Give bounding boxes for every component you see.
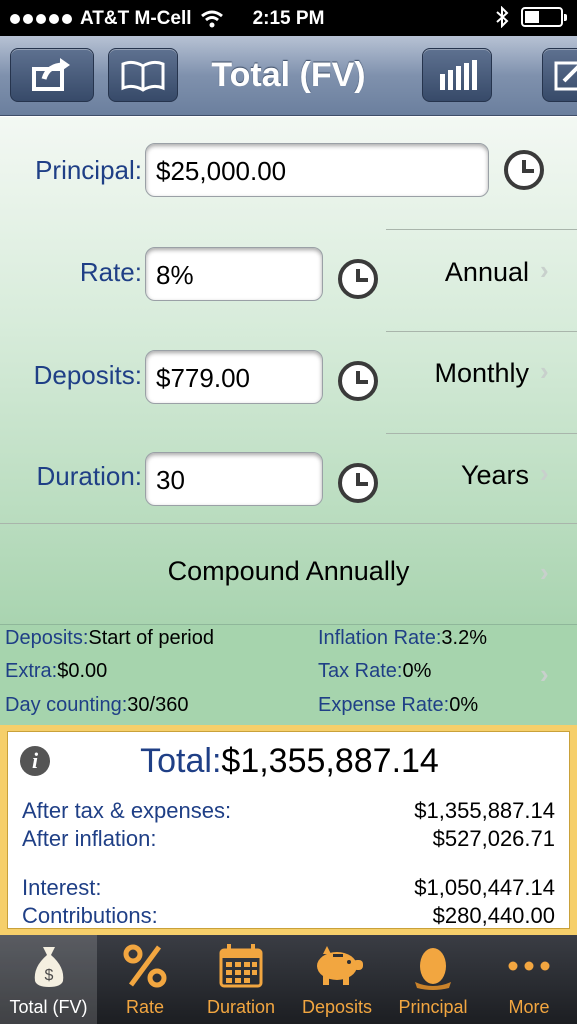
divider bbox=[386, 433, 577, 434]
option-tax-label: Tax Rate: bbox=[318, 660, 403, 682]
duration-label: Duration: bbox=[36, 461, 143, 491]
result-value: $280,440.00 bbox=[432, 903, 555, 928]
total-label: Total: bbox=[140, 742, 222, 780]
edit-button[interactable] bbox=[542, 48, 577, 102]
total-value: $1,355,887.14 bbox=[221, 742, 439, 780]
divider bbox=[386, 331, 577, 332]
chevron-right-icon: › bbox=[540, 458, 549, 488]
chevron-right-icon: › bbox=[540, 557, 549, 587]
rate-label: Rate: bbox=[79, 257, 142, 287]
option-day-counting-label: Day counting: bbox=[5, 694, 128, 716]
rate-field[interactable]: 8% bbox=[145, 247, 323, 301]
chevron-right-icon: › bbox=[540, 255, 549, 285]
results-panel: i Total:$1,355,887.14 After tax & expens… bbox=[0, 725, 577, 935]
principal-label: Principal: bbox=[35, 155, 142, 185]
option-extra-value: $0.00 bbox=[57, 660, 108, 682]
divider bbox=[386, 229, 577, 230]
battery-icon bbox=[521, 7, 567, 27]
option-deposits: Deposits:Start of period bbox=[5, 627, 214, 650]
tab-label: More bbox=[508, 997, 550, 1017]
status-bar: AT&T M-Cell 2:15 PM bbox=[0, 0, 577, 36]
bar-chart-icon bbox=[440, 60, 477, 90]
results-box: i Total:$1,355,887.14 After tax & expens… bbox=[7, 731, 570, 929]
result-label: After inflation: bbox=[22, 826, 157, 851]
divider bbox=[0, 523, 577, 524]
option-inflation: Inflation Rate:3.2% bbox=[318, 627, 487, 650]
option-expense-label: Expense Rate: bbox=[318, 694, 450, 716]
tab-more[interactable]: More bbox=[481, 935, 577, 1024]
tab-label: Rate bbox=[125, 997, 165, 1017]
bluetooth-icon bbox=[496, 6, 509, 28]
option-deposits-label: Deposits: bbox=[5, 627, 89, 649]
money-bag-icon: $ bbox=[34, 947, 63, 987]
total-line: Total:$1,355,887.14 bbox=[8, 742, 571, 781]
principal-field[interactable]: $25,000.00 bbox=[145, 143, 489, 197]
deposits-label: Deposits: bbox=[33, 360, 142, 390]
status-right bbox=[495, 6, 567, 28]
tab-bar: $ Total (FV) Rate Duration Deposits Prin… bbox=[0, 935, 577, 1024]
tab-duration[interactable]: Duration bbox=[193, 935, 289, 1024]
result-label: After tax & expenses: bbox=[22, 798, 232, 823]
tab-rate[interactable]: Rate bbox=[97, 935, 193, 1024]
result-value: $1,355,887.14 bbox=[414, 798, 555, 823]
option-expense: Expense Rate:0% bbox=[318, 694, 478, 717]
rate-period-picker[interactable]: Annual bbox=[386, 257, 529, 288]
tab-principal[interactable]: Principal bbox=[385, 935, 481, 1024]
option-inflation-value: 3.2% bbox=[441, 627, 488, 649]
calendar-icon bbox=[219, 944, 263, 988]
deposits-clock-icon[interactable] bbox=[338, 361, 378, 401]
tab-label: Deposits bbox=[301, 997, 373, 1017]
more-dots-icon bbox=[508, 961, 550, 971]
option-deposits-value: Start of period bbox=[88, 627, 214, 649]
rate-clock-icon[interactable] bbox=[338, 259, 378, 299]
option-tax-value: 0% bbox=[402, 660, 432, 682]
duration-unit-picker[interactable]: Years bbox=[386, 460, 529, 491]
option-expense-value: 0% bbox=[449, 694, 479, 716]
option-inflation-label: Inflation Rate: bbox=[318, 627, 442, 649]
deposits-field[interactable]: $779.00 bbox=[145, 350, 323, 404]
duration-field[interactable]: 30 bbox=[145, 452, 323, 506]
chevron-right-icon: › bbox=[540, 356, 549, 386]
deposits-frequency-picker[interactable]: Monthly bbox=[386, 358, 529, 389]
input-form: Principal: $25,000.00 Rate: 8% Annual › … bbox=[0, 117, 577, 624]
chevron-right-icon: › bbox=[540, 659, 549, 689]
result-label: Contributions: bbox=[22, 903, 158, 928]
clock-time: 2:15 PM bbox=[252, 8, 325, 29]
tab-label: Duration bbox=[206, 997, 276, 1017]
option-day-counting-value: 30/360 bbox=[127, 694, 189, 716]
option-tax: Tax Rate:0% bbox=[318, 660, 431, 683]
option-extra-label: Extra: bbox=[5, 660, 58, 682]
edit-icon bbox=[554, 61, 577, 91]
result-label: Interest: bbox=[22, 875, 102, 900]
result-value: $527,026.71 bbox=[432, 826, 555, 851]
chart-button[interactable] bbox=[422, 48, 492, 102]
egg-icon bbox=[415, 948, 451, 990]
tab-label: Principal bbox=[398, 997, 468, 1017]
duration-clock-icon[interactable] bbox=[338, 463, 378, 503]
compounding-picker[interactable]: Compound Annually bbox=[0, 556, 577, 587]
svg-text:$: $ bbox=[44, 967, 53, 984]
options-panel[interactable]: Deposits:Start of period Extra:$0.00 Day… bbox=[0, 624, 577, 725]
tab-label: Total (FV) bbox=[9, 997, 88, 1017]
nav-bar: Total (FV) bbox=[0, 36, 577, 116]
option-extra: Extra:$0.00 bbox=[5, 660, 107, 683]
tab-total-fv[interactable]: $ Total (FV) bbox=[0, 935, 97, 1024]
option-day-counting: Day counting:30/360 bbox=[5, 694, 188, 717]
piggy-bank-icon bbox=[317, 946, 363, 985]
result-value: $1,050,447.14 bbox=[414, 875, 555, 900]
percent-icon bbox=[123, 944, 167, 988]
tab-deposits[interactable]: Deposits bbox=[289, 935, 385, 1024]
principal-clock-icon[interactable] bbox=[504, 150, 544, 190]
